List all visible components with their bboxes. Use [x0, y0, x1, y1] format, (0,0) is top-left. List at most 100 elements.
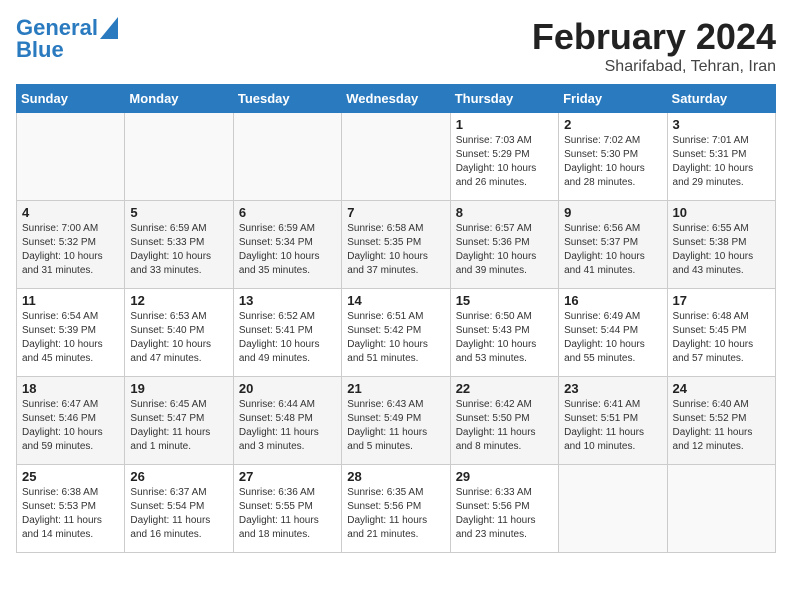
- calendar-day-cell: [667, 465, 775, 553]
- calendar-week-row: 1Sunrise: 7:03 AMSunset: 5:29 PMDaylight…: [17, 113, 776, 201]
- day-number: 16: [564, 293, 661, 308]
- calendar-day-cell: 9 Sunrise: 6:56 AMSunset: 5:37 PMDaylight…: [559, 201, 667, 289]
- day-number: 8: [456, 205, 553, 220]
- day-number: 6: [239, 205, 336, 220]
- day-info: Sunrise: 6:35 AMSunset: 5:56 PMDaylight:…: [347, 486, 444, 542]
- weekday-header-cell: Thursday: [450, 85, 558, 113]
- day-info: Sunrise: 6:44 AMSunset: 5:48 PMDaylight:…: [239, 398, 336, 454]
- weekday-header-row: SundayMondayTuesdayWednesdayThursdayFrid…: [17, 85, 776, 113]
- weekday-header-cell: Wednesday: [342, 85, 450, 113]
- day-number: 11: [22, 293, 119, 308]
- calendar-day-cell: 3 Sunrise: 7:01 AMSunset: 5:31 PMDaylight…: [667, 113, 775, 201]
- calendar-day-cell: [559, 465, 667, 553]
- day-info: Sunrise: 7:02 AMSunset: 5:30 PMDaylight:…: [564, 134, 661, 190]
- calendar-day-cell: [17, 113, 125, 201]
- calendar-day-cell: 21 Sunrise: 6:43 AMSunset: 5:49 PMDayligh…: [342, 377, 450, 465]
- day-info: Sunrise: 6:57 AMSunset: 5:36 PMDaylight:…: [456, 222, 553, 278]
- day-info: Sunrise: 6:33 AMSunset: 5:56 PMDaylight:…: [456, 486, 553, 542]
- day-number: 15: [456, 293, 553, 308]
- calendar-day-cell: [342, 113, 450, 201]
- weekday-header-cell: Sunday: [17, 85, 125, 113]
- day-info: Sunrise: 6:58 AMSunset: 5:35 PMDaylight:…: [347, 222, 444, 278]
- weekday-header-cell: Monday: [125, 85, 233, 113]
- logo-blue: Blue: [16, 38, 118, 62]
- day-number: 12: [130, 293, 227, 308]
- day-info: Sunrise: 7:01 AMSunset: 5:31 PMDaylight:…: [673, 134, 770, 190]
- day-number: 4: [22, 205, 119, 220]
- day-number: 27: [239, 469, 336, 484]
- calendar-day-cell: 6 Sunrise: 6:59 AMSunset: 5:34 PMDaylight…: [233, 201, 341, 289]
- page-header: General Blue February 2024 Sharifabad, T…: [16, 16, 776, 76]
- calendar-week-row: 4 Sunrise: 7:00 AMSunset: 5:32 PMDaylight…: [17, 201, 776, 289]
- day-number: 17: [673, 293, 770, 308]
- calendar-day-cell: 23Sunrise: 6:41 AMSunset: 5:51 PMDayligh…: [559, 377, 667, 465]
- day-info: Sunrise: 6:56 AMSunset: 5:37 PMDaylight:…: [564, 222, 661, 278]
- logo: General Blue: [16, 16, 118, 62]
- day-number: 13: [239, 293, 336, 308]
- weekday-header-cell: Friday: [559, 85, 667, 113]
- day-info: Sunrise: 6:52 AMSunset: 5:41 PMDaylight:…: [239, 310, 336, 366]
- day-number: 26: [130, 469, 227, 484]
- calendar-day-cell: 10Sunrise: 6:55 AMSunset: 5:38 PMDayligh…: [667, 201, 775, 289]
- calendar-day-cell: 25Sunrise: 6:38 AMSunset: 5:53 PMDayligh…: [17, 465, 125, 553]
- day-info: Sunrise: 6:59 AMSunset: 5:34 PMDaylight:…: [239, 222, 336, 278]
- calendar-week-row: 11 Sunrise: 6:54 AMSunset: 5:39 PMDayligh…: [17, 289, 776, 377]
- day-number: 25: [22, 469, 119, 484]
- day-info: Sunrise: 6:59 AMSunset: 5:33 PMDaylight:…: [130, 222, 227, 278]
- calendar-day-cell: 18 Sunrise: 6:47 AMSunset: 5:46 PMDayligh…: [17, 377, 125, 465]
- day-number: 9: [564, 205, 661, 220]
- logo-icon: [100, 17, 118, 39]
- calendar-body: 1Sunrise: 7:03 AMSunset: 5:29 PMDaylight…: [17, 113, 776, 553]
- calendar-week-row: 25Sunrise: 6:38 AMSunset: 5:53 PMDayligh…: [17, 465, 776, 553]
- weekday-header-cell: Tuesday: [233, 85, 341, 113]
- day-number: 18: [22, 381, 119, 396]
- day-number: 1: [456, 117, 553, 132]
- calendar-day-cell: 15 Sunrise: 6:50 AMSunset: 5:43 PMDayligh…: [450, 289, 558, 377]
- calendar-day-cell: 26 Sunrise: 6:37 AMSunset: 5:54 PMDayligh…: [125, 465, 233, 553]
- calendar-day-cell: 27 Sunrise: 6:36 AMSunset: 5:55 PMDayligh…: [233, 465, 341, 553]
- calendar-day-cell: [233, 113, 341, 201]
- day-number: 2: [564, 117, 661, 132]
- calendar-day-cell: 12Sunrise: 6:53 AMSunset: 5:40 PMDayligh…: [125, 289, 233, 377]
- day-info: Sunrise: 6:45 AMSunset: 5:47 PMDaylight:…: [130, 398, 227, 454]
- day-info: Sunrise: 6:42 AMSunset: 5:50 PMDaylight:…: [456, 398, 553, 454]
- calendar-day-cell: 4 Sunrise: 7:00 AMSunset: 5:32 PMDaylight…: [17, 201, 125, 289]
- calendar-table: SundayMondayTuesdayWednesdayThursdayFrid…: [16, 84, 776, 553]
- calendar-day-cell: [125, 113, 233, 201]
- day-number: 5: [130, 205, 227, 220]
- title-area: February 2024 Sharifabad, Tehran, Iran: [532, 16, 776, 76]
- location-subtitle: Sharifabad, Tehran, Iran: [532, 58, 776, 76]
- day-info: Sunrise: 6:55 AMSunset: 5:38 PMDaylight:…: [673, 222, 770, 278]
- day-info: Sunrise: 6:43 AMSunset: 5:49 PMDaylight:…: [347, 398, 444, 454]
- day-info: Sunrise: 6:47 AMSunset: 5:46 PMDaylight:…: [22, 398, 119, 454]
- calendar-day-cell: 29Sunrise: 6:33 AMSunset: 5:56 PMDayligh…: [450, 465, 558, 553]
- day-number: 28: [347, 469, 444, 484]
- day-number: 3: [673, 117, 770, 132]
- day-info: Sunrise: 6:36 AMSunset: 5:55 PMDaylight:…: [239, 486, 336, 542]
- day-number: 22: [456, 381, 553, 396]
- day-info: Sunrise: 6:37 AMSunset: 5:54 PMDaylight:…: [130, 486, 227, 542]
- calendar-day-cell: 14 Sunrise: 6:51 AMSunset: 5:42 PMDayligh…: [342, 289, 450, 377]
- day-info: Sunrise: 6:49 AMSunset: 5:44 PMDaylight:…: [564, 310, 661, 366]
- calendar-day-cell: 24Sunrise: 6:40 AMSunset: 5:52 PMDayligh…: [667, 377, 775, 465]
- calendar-day-cell: 16 Sunrise: 6:49 AMSunset: 5:44 PMDayligh…: [559, 289, 667, 377]
- day-info: Sunrise: 7:00 AMSunset: 5:32 PMDaylight:…: [22, 222, 119, 278]
- calendar-day-cell: 7 Sunrise: 6:58 AMSunset: 5:35 PMDaylight…: [342, 201, 450, 289]
- calendar-day-cell: 11 Sunrise: 6:54 AMSunset: 5:39 PMDayligh…: [17, 289, 125, 377]
- calendar-day-cell: 1Sunrise: 7:03 AMSunset: 5:29 PMDaylight…: [450, 113, 558, 201]
- day-info: Sunrise: 6:50 AMSunset: 5:43 PMDaylight:…: [456, 310, 553, 366]
- month-title: February 2024: [532, 16, 776, 58]
- day-number: 14: [347, 293, 444, 308]
- calendar-week-row: 18 Sunrise: 6:47 AMSunset: 5:46 PMDayligh…: [17, 377, 776, 465]
- day-number: 21: [347, 381, 444, 396]
- calendar-day-cell: 20Sunrise: 6:44 AMSunset: 5:48 PMDayligh…: [233, 377, 341, 465]
- calendar-day-cell: 5 Sunrise: 6:59 AMSunset: 5:33 PMDaylight…: [125, 201, 233, 289]
- calendar-day-cell: 2 Sunrise: 7:02 AMSunset: 5:30 PMDaylight…: [559, 113, 667, 201]
- day-info: Sunrise: 6:48 AMSunset: 5:45 PMDaylight:…: [673, 310, 770, 366]
- day-info: Sunrise: 6:51 AMSunset: 5:42 PMDaylight:…: [347, 310, 444, 366]
- day-info: Sunrise: 6:40 AMSunset: 5:52 PMDaylight:…: [673, 398, 770, 454]
- day-info: Sunrise: 6:54 AMSunset: 5:39 PMDaylight:…: [22, 310, 119, 366]
- day-number: 7: [347, 205, 444, 220]
- day-number: 19: [130, 381, 227, 396]
- calendar-day-cell: 28 Sunrise: 6:35 AMSunset: 5:56 PMDayligh…: [342, 465, 450, 553]
